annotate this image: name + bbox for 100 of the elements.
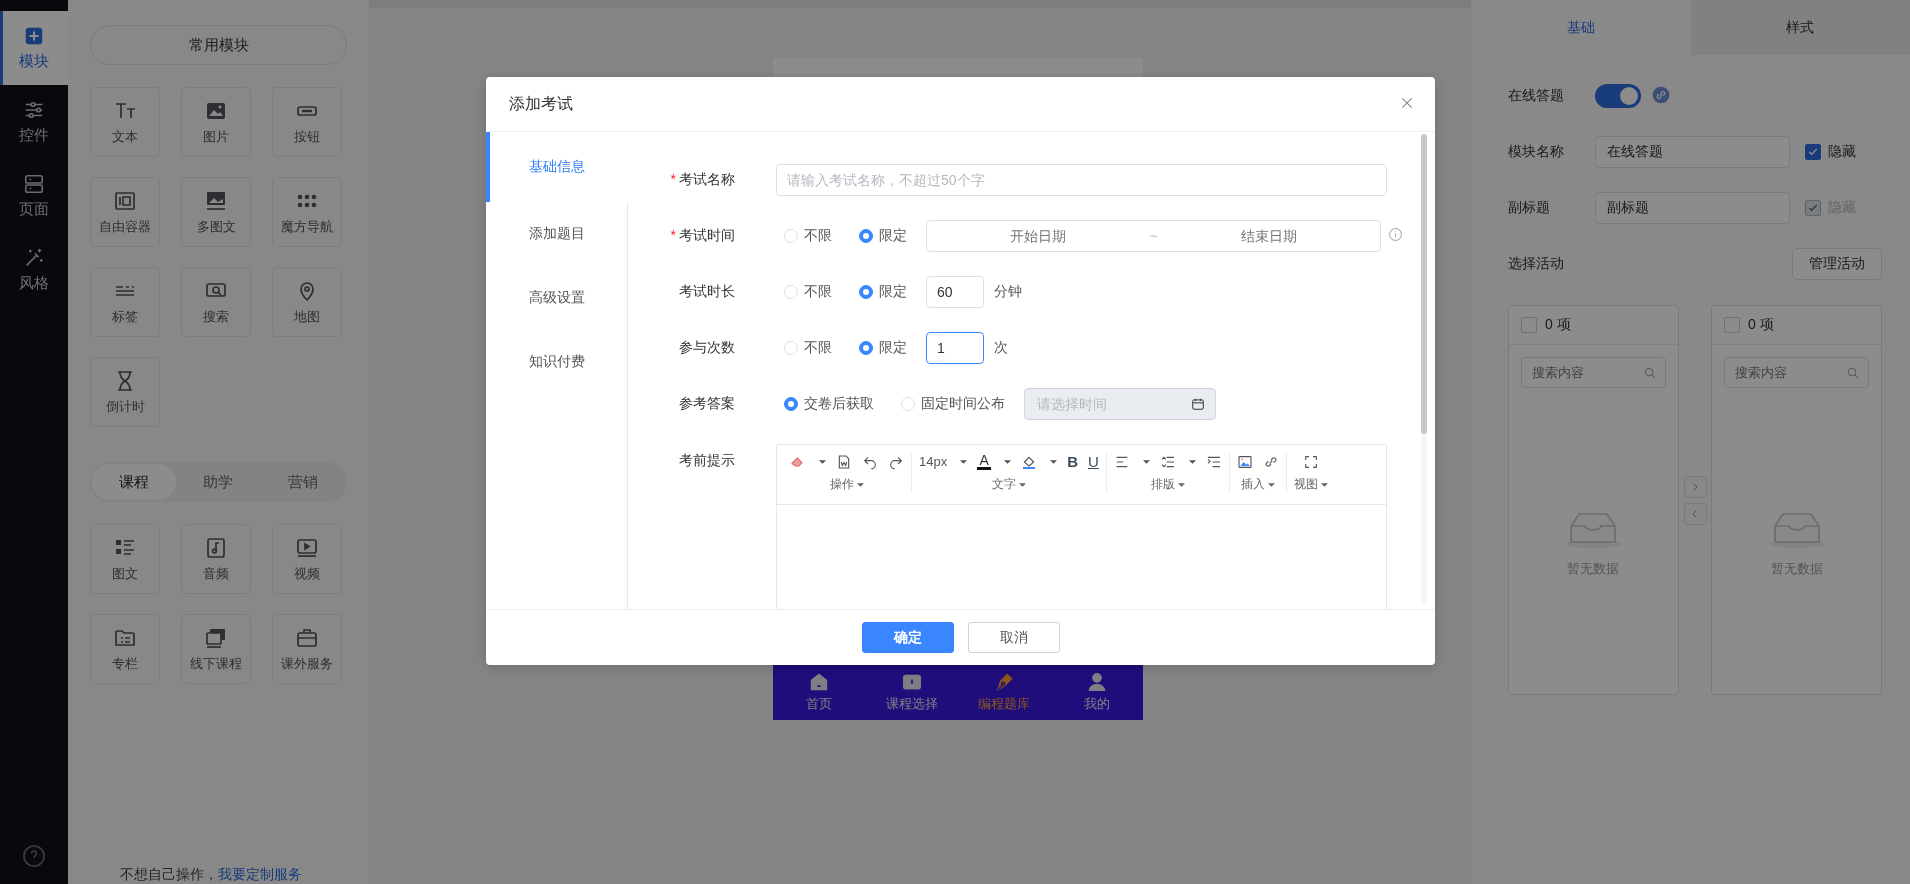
item-count: 0 项 bbox=[1748, 316, 1774, 334]
text-input[interactable]: 副标题 bbox=[1595, 192, 1790, 224]
radio[interactable] bbox=[859, 341, 873, 355]
module-tile[interactable]: 图片 bbox=[181, 87, 251, 157]
radio-option[interactable]: 不限 bbox=[784, 283, 832, 301]
caret-icon bbox=[1142, 459, 1150, 464]
module-tile[interactable]: 按钮 bbox=[272, 87, 342, 157]
bold-button[interactable]: B bbox=[1067, 453, 1079, 470]
radio-option[interactable]: 限定 bbox=[859, 283, 907, 301]
toggle-switch[interactable] bbox=[1595, 84, 1641, 108]
module-tile[interactable]: 地图 bbox=[272, 267, 342, 337]
number-input[interactable]: 60 bbox=[926, 276, 984, 308]
radio-option[interactable]: 固定时间公布 bbox=[901, 395, 1005, 413]
toolbar-group-label[interactable]: 操作 bbox=[830, 476, 854, 493]
rail-tab[interactable]: 模块 bbox=[0, 11, 68, 85]
dialog-nav-item[interactable]: 知识付费 bbox=[486, 330, 627, 394]
custom-service-link[interactable]: 我要定制服务 bbox=[218, 866, 302, 882]
search-icon bbox=[1846, 365, 1860, 380]
module-tile[interactable]: 线下课程 bbox=[181, 614, 251, 684]
tab-bar-item[interactable]: 课程选择 bbox=[865, 664, 958, 720]
search-input[interactable]: 搜索内容 bbox=[1530, 364, 1643, 381]
category-tab[interactable]: 助学 bbox=[176, 464, 261, 500]
rail-tab[interactable]: 风格 bbox=[0, 233, 68, 307]
module-tile[interactable]: 魔方导航 bbox=[272, 177, 342, 247]
panel-tab[interactable]: 样式 bbox=[1690, 0, 1910, 55]
module-tile[interactable]: 专栏 bbox=[90, 614, 160, 684]
tab-bar-item[interactable]: 编程题库 bbox=[958, 664, 1051, 720]
radio-option[interactable]: 不限 bbox=[784, 339, 832, 357]
toolbar-group-label[interactable]: 视图 bbox=[1293, 476, 1318, 493]
scrollbar[interactable] bbox=[1421, 134, 1427, 604]
exam-name-input[interactable]: 请输入考试名称，不超过50个字 bbox=[776, 164, 1387, 196]
module-tile[interactable]: 标签 bbox=[90, 267, 160, 337]
module-tile[interactable]: 自由容器 bbox=[90, 177, 160, 247]
search-input[interactable]: 搜索内容 bbox=[1733, 364, 1846, 381]
tab-bar-item[interactable]: 我的 bbox=[1050, 664, 1143, 720]
house-icon bbox=[809, 671, 830, 692]
field-label: 模块名称 bbox=[1508, 143, 1565, 161]
image-icon[interactable] bbox=[1236, 453, 1253, 470]
search-field[interactable]: 搜索内容 bbox=[1521, 357, 1666, 388]
module-tile[interactable]: 倒计时 bbox=[90, 357, 160, 427]
module-tile[interactable]: 搜索 bbox=[181, 267, 251, 337]
dialog-nav-item[interactable]: 添加题目 bbox=[486, 202, 627, 266]
unit-label: 分钟 bbox=[994, 283, 1022, 301]
field-label: 考试时间 bbox=[679, 227, 735, 243]
category-tab[interactable]: 课程 bbox=[92, 464, 177, 500]
module-tile[interactable]: 课外服务 bbox=[272, 614, 342, 684]
toolbar-group-label[interactable]: 排版 bbox=[1150, 476, 1175, 493]
rail-tab[interactable]: 控件 bbox=[0, 85, 68, 159]
cancel-button[interactable]: 取消 bbox=[967, 622, 1060, 653]
underline-button[interactable]: U bbox=[1088, 453, 1099, 470]
number-input[interactable]: 1 bbox=[926, 332, 984, 364]
module-tile[interactable]: 音频 bbox=[181, 524, 251, 594]
unit-label: 次 bbox=[994, 339, 1008, 357]
module-tile[interactable]: 文本 bbox=[90, 87, 160, 157]
radio-option[interactable]: 限定 bbox=[859, 339, 907, 357]
search-field[interactable]: 搜索内容 bbox=[1724, 357, 1869, 388]
pen-nib-icon bbox=[994, 671, 1015, 692]
caret-icon bbox=[1320, 482, 1328, 487]
dialog-nav-item[interactable]: 基础信息 bbox=[486, 132, 628, 202]
field-label: 考试时长 bbox=[679, 283, 735, 299]
confirm-button[interactable]: 确定 bbox=[861, 622, 954, 653]
module-tile[interactable]: 多图文 bbox=[181, 177, 251, 247]
caret-icon bbox=[1188, 459, 1196, 464]
end-date-input[interactable]: 结束日期 bbox=[1157, 227, 1380, 245]
radio[interactable] bbox=[859, 229, 873, 243]
magic-wand-icon bbox=[23, 247, 45, 269]
start-date-input[interactable]: 开始日期 bbox=[927, 227, 1150, 245]
radio-option[interactable]: 交卷后获取 bbox=[784, 395, 874, 413]
category-tab[interactable]: 营销 bbox=[260, 464, 345, 500]
checkbox[interactable] bbox=[1805, 144, 1821, 160]
manage-activity-button[interactable]: 管理活动 bbox=[1792, 248, 1882, 280]
caret-icon bbox=[960, 459, 968, 464]
caret-icon bbox=[857, 482, 864, 487]
toolbar-group-label[interactable]: 文字 bbox=[991, 476, 1016, 493]
required-mark: * bbox=[670, 171, 676, 187]
radio-option[interactable]: 不限 bbox=[784, 227, 832, 245]
radio[interactable] bbox=[859, 285, 873, 299]
toolbar-group-label[interactable]: 插入 bbox=[1240, 476, 1265, 493]
text-input[interactable]: 在线答题 bbox=[1595, 136, 1790, 168]
tab-bar-item[interactable]: 首页 bbox=[773, 664, 866, 720]
field-label: 考试名称 bbox=[679, 171, 735, 187]
radio-option[interactable]: 限定 bbox=[859, 227, 907, 245]
field-label: 参与次数 bbox=[679, 339, 735, 355]
caret-icon bbox=[1004, 459, 1012, 464]
rail-tab[interactable]: 页面 bbox=[0, 159, 68, 233]
font-size-select[interactable]: 14px bbox=[919, 454, 948, 469]
checkbox[interactable] bbox=[1805, 200, 1821, 216]
document-icon[interactable] bbox=[836, 453, 852, 470]
caret-icon bbox=[1050, 459, 1058, 464]
check-icon bbox=[1807, 146, 1819, 158]
module-tile[interactable]: 视频 bbox=[272, 524, 342, 594]
font-color-button[interactable]: A bbox=[977, 453, 992, 470]
module-tile[interactable]: 图文 bbox=[90, 524, 160, 594]
music-note-icon bbox=[204, 535, 228, 560]
sliders-icon bbox=[23, 99, 45, 121]
dialog-nav-item[interactable]: 高级设置 bbox=[486, 266, 627, 330]
required-mark: * bbox=[670, 227, 676, 243]
radio[interactable] bbox=[784, 397, 798, 411]
fullscreen-icon[interactable] bbox=[1302, 453, 1319, 470]
help-icon[interactable] bbox=[22, 844, 46, 868]
